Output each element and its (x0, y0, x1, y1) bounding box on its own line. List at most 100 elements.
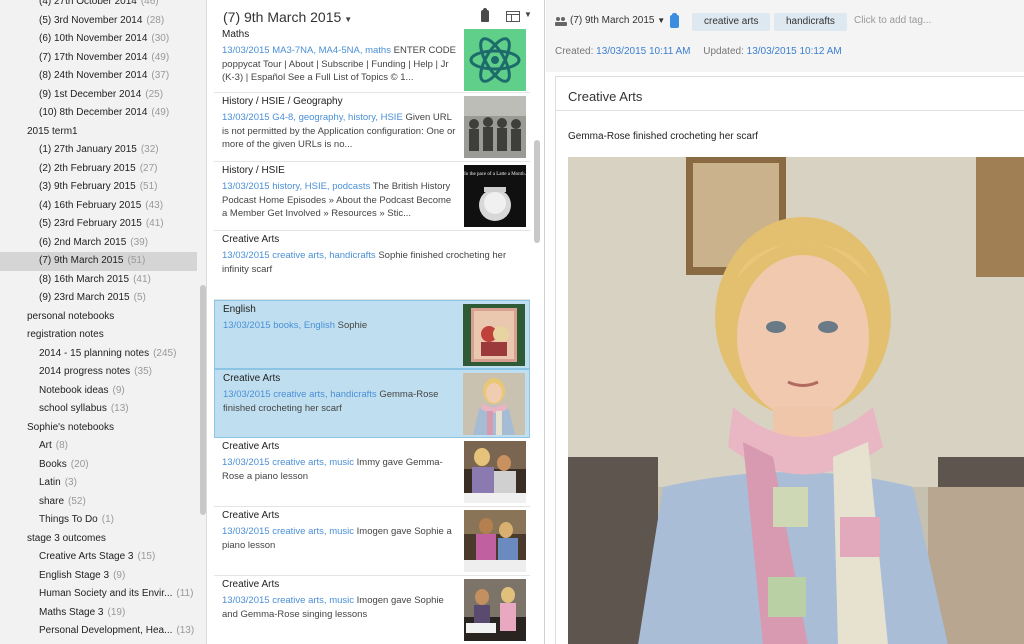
note-list-panel: (7) 9th March 2015 ▼ ▼ Maths 13/03/2015 MA… (208, 0, 545, 644)
updated-value[interactable]: 13/03/2015 10:12 AM (747, 46, 842, 57)
notebook-item[interactable]: (4) 16th February 2015 (43) (0, 197, 197, 216)
notebook-stack[interactable]: 2015 term1 (0, 123, 197, 142)
note-title-field[interactable]: Creative Arts (568, 89, 642, 104)
notebook-item[interactable]: 2014 - 15 planning notes (245) (0, 345, 197, 364)
notebook-item[interactable]: (6) 10th November 2014 (30) (0, 30, 197, 49)
notebook-item[interactable]: (7) 17th November 2014 (49) (0, 49, 197, 68)
notebook-item[interactable]: (10) 8th December 2014 (49) (0, 104, 197, 123)
notebook-label: (6) 2nd March 2015 (39, 236, 127, 248)
notebook-label: (8) 16th March 2015 (39, 273, 130, 285)
notebook-item[interactable]: English Stage 3 (9) (0, 567, 197, 586)
notebook-label: Notebook ideas (39, 384, 109, 396)
note-card-summary: 13/03/2015 books, English Sophie (223, 319, 457, 333)
note-card-date: 13/03/2015 (222, 595, 270, 606)
notebook-item[interactable]: Science and Technology ...(13) (0, 641, 197, 644)
note-body[interactable]: Creative Arts Gemma-Rose finished croche… (555, 76, 1024, 644)
notebook-label: school syllabus (39, 403, 107, 414)
notebook-item[interactable]: Art (8) (0, 437, 197, 456)
notebook-item[interactable]: (8) 24th November 2014 (37) (0, 67, 197, 86)
note-count: (35) (134, 366, 152, 377)
notebook-item[interactable]: (7) 9th March 2015 (51) (0, 252, 197, 271)
add-tag-input[interactable]: Click to add tag... (854, 15, 931, 26)
notebook-item[interactable]: school syllabus (13) (0, 400, 197, 419)
note-card[interactable]: English 13/03/2015 books, English Sophie (214, 300, 530, 369)
note-card-tags: books, English (273, 320, 335, 331)
note-card-date: 13/03/2015 (222, 526, 270, 537)
shared-notebook-icon (555, 17, 567, 26)
view-options-icon[interactable] (506, 11, 520, 22)
notebook-item[interactable]: (8) 16th March 2015 (41) (0, 271, 197, 290)
notebook-item[interactable]: Things To Do (1) (0, 511, 197, 530)
reminder-icon[interactable] (670, 13, 679, 28)
notebook-item[interactable]: Creative Arts Stage 3 (15) (0, 548, 197, 567)
note-count: (49) (151, 107, 170, 118)
note-card[interactable]: Creative Arts 13/03/2015 creative arts, h… (214, 231, 530, 300)
note-count: (13) (176, 625, 195, 636)
note-text[interactable]: Gemma-Rose finished crocheting her scarf (568, 131, 758, 142)
notebook-item[interactable]: Personal Development, Hea... (13) (0, 622, 197, 641)
note-thumbnail (463, 373, 525, 435)
notebook-item[interactable]: Maths Stage 3 (19) (0, 604, 197, 623)
note-card-date: 13/03/2015 (222, 45, 270, 56)
note-card-snippet: Sophie (337, 320, 368, 331)
thumbnail-caption: In the pace of a Latte a Month. (464, 172, 526, 177)
notebook-title-dropdown[interactable]: (7) 9th March 2015 ▼ (223, 9, 352, 25)
notebook-item[interactable]: (5) 23rd February 2015 (41) (0, 215, 197, 234)
notebook-item[interactable]: Books (20) (0, 456, 197, 475)
notebook-item[interactable]: (4) 27th October 2014 (46) (0, 0, 197, 12)
notebook-stack[interactable]: registration notes (0, 326, 197, 345)
note-count: (49) (151, 51, 170, 63)
notebook-item[interactable]: share (52) (0, 493, 197, 512)
notebook-list: (4) 27th October 2014 (46) (5) 3rd Novembe… (0, 0, 197, 644)
note-card[interactable]: Creative Arts 13/03/2015 creative arts, m… (214, 438, 530, 507)
tag-creative-arts[interactable]: creative arts (692, 13, 771, 31)
note-card[interactable]: Creative Arts 13/03/2015 creative arts, m… (214, 507, 530, 576)
notebook-name: (7) 9th March 2015 (570, 15, 655, 26)
notebook-item[interactable]: Notebook ideas (9) (0, 382, 197, 401)
notebook-stack[interactable]: stage 3 outcomes (0, 530, 197, 549)
notebook-item[interactable]: Latin (3) (0, 474, 197, 493)
sidebar-scrollbar[interactable] (200, 285, 206, 515)
notebook-item[interactable]: (9) 1st December 2014 (25) (0, 86, 197, 105)
note-count: (19) (107, 606, 126, 618)
note-count: (27) (139, 162, 158, 174)
notebook-label: (7) 9th March 2015 (39, 255, 124, 266)
note-card[interactable]: Maths 13/03/2015 MA3-7NA, MA4-5NA, maths … (214, 26, 530, 93)
created-value[interactable]: 13/03/2015 10:11 AM (596, 46, 690, 57)
note-card[interactable]: History / HSIE 13/03/2015 history, HSIE, … (214, 162, 530, 231)
notebook-item[interactable]: 2014 progress notes (35) (0, 363, 197, 382)
note-list-scrollbar[interactable] (534, 140, 540, 243)
notebook-label: (9) 1st December 2014 (39, 88, 142, 100)
notebook-item[interactable]: (2) 2th February 2015 (27) (0, 160, 197, 179)
note-card-summary: 13/03/2015 history, HSIE, podcasts The B… (222, 180, 456, 221)
note-card-tags: creative arts, handicrafts (273, 389, 377, 400)
note-count: (52) (68, 495, 86, 507)
note-count: (9) (113, 569, 126, 581)
notebook-item[interactable]: (9) 23rd March 2015 (5) (0, 289, 197, 308)
note-count: (46) (140, 0, 159, 7)
notebook-item[interactable]: (5) 3rd November 2014 (28) (0, 12, 197, 31)
notebook-item[interactable]: (6) 2nd March 2015 (39) (0, 234, 197, 253)
note-count: (51) (139, 181, 158, 192)
notebook-label: Things To Do (39, 514, 98, 525)
updated-label: Updated: (703, 46, 744, 57)
notebook-stack[interactable]: Sophie's notebooks (0, 419, 197, 438)
chevron-down-icon[interactable]: ▼ (524, 10, 532, 19)
note-card[interactable]: History / HSIE / Geography 13/03/2015 G4-… (214, 93, 530, 162)
note-card[interactable]: Creative Arts 13/03/2015 creative arts, m… (214, 576, 530, 644)
note-card-date: 13/03/2015 (223, 320, 271, 331)
note-card[interactable]: Creative Arts 13/03/2015 creative arts, h… (214, 369, 530, 438)
notebook-selector[interactable]: (7) 9th March 2015 ▼ (570, 15, 665, 26)
tag-handicrafts[interactable]: handicrafts (774, 13, 847, 31)
notebook-item[interactable]: Human Society and its Envir... (11) (0, 585, 197, 604)
notebook-item[interactable]: (3) 9th February 2015 (51) (0, 178, 197, 197)
notebook-label: (6) 10th November 2014 (39, 33, 148, 44)
note-photo[interactable] (568, 157, 1024, 644)
notebook-item[interactable]: (1) 27th January 2015 (32) (0, 141, 197, 160)
notebook-label: share (39, 495, 65, 507)
reminder-icon[interactable] (481, 8, 489, 22)
note-card-title: Creative Arts (222, 234, 280, 245)
notebook-label: Personal Development, Hea... (39, 625, 173, 636)
notebook-stack[interactable]: personal notebooks (0, 308, 197, 327)
note-thumbnail (464, 441, 526, 503)
